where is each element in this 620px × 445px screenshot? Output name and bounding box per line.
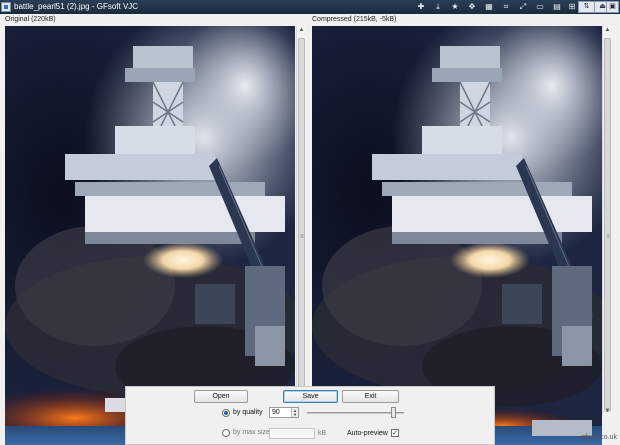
- expand-icon[interactable]: ⤢: [517, 1, 529, 13]
- auto-preview-label: Auto-preview: [347, 430, 388, 437]
- sort-icon[interactable]: ⇅: [578, 1, 595, 13]
- compressed-label: Compressed (215kB, -5kB): [312, 16, 397, 23]
- grip-icon: ≡: [606, 234, 610, 240]
- battleship-photo: [312, 26, 602, 445]
- chevron-down-icon[interactable]: ▼: [291, 412, 298, 417]
- by-max-size-radio[interactable]: [222, 429, 230, 437]
- scroll-thumb[interactable]: ≡: [298, 38, 305, 412]
- compression-panel: Open Save Exit by quality 90 ▲ ▼ by max …: [125, 386, 495, 445]
- open-button[interactable]: Open: [194, 390, 248, 403]
- max-size-input[interactable]: [269, 428, 315, 439]
- by-quality-label: by quality: [233, 409, 263, 416]
- title-bar: battle_pearl51 (2).jpg - GFsoft VJC ✚ ⤓ …: [0, 0, 620, 14]
- original-label: Original (220kB): [5, 16, 56, 23]
- quality-stepper[interactable]: 90 ▲ ▼: [269, 407, 299, 418]
- scroll-down-icon[interactable]: ▼: [603, 407, 612, 416]
- image-icon[interactable]: ▣: [606, 1, 619, 13]
- grid-icon[interactable]: ▦: [483, 1, 495, 13]
- window-icon[interactable]: ▭: [534, 1, 546, 13]
- layout-icon[interactable]: ▤: [551, 1, 563, 13]
- window-title: battle_pearl51 (2).jpg - GFsoft VJC: [14, 2, 139, 11]
- move-icon[interactable]: ✥: [466, 1, 478, 13]
- grip-icon: ≡: [300, 234, 304, 240]
- compressed-image[interactable]: [312, 26, 602, 445]
- exit-button[interactable]: Exit: [342, 390, 399, 403]
- pin-icon[interactable]: ✚: [415, 1, 427, 13]
- app-icon: [1, 2, 11, 12]
- by-quality-radio[interactable]: [222, 409, 230, 417]
- scroll-thumb[interactable]: ≡: [604, 38, 611, 412]
- scroll-up-icon[interactable]: ▲: [603, 26, 612, 35]
- quality-slider[interactable]: [307, 412, 404, 414]
- scroll-up-icon[interactable]: ▲: [297, 26, 306, 35]
- compressed-scrollbar[interactable]: ▲ ≡ ▼: [602, 26, 612, 416]
- fit-icon[interactable]: ⊞: [566, 1, 578, 13]
- original-image[interactable]: [5, 26, 295, 445]
- auto-preview-checkbox[interactable]: ✓: [391, 429, 399, 437]
- save-button[interactable]: Save: [283, 390, 338, 403]
- by-max-size-label: by max size: [233, 429, 270, 436]
- battleship-photo: [5, 26, 295, 445]
- credit-text[interactable]: gfsoft.co.uk: [581, 434, 617, 441]
- kb-unit-label: kB: [318, 430, 327, 437]
- favorite-star-icon[interactable]: ★: [449, 1, 461, 13]
- quality-value[interactable]: 90: [272, 408, 280, 417]
- collapse-icon[interactable]: ⤓: [432, 1, 444, 13]
- original-scrollbar[interactable]: ▲ ≡ ▼: [296, 26, 306, 416]
- quality-slider-thumb[interactable]: [391, 407, 397, 418]
- crop-icon[interactable]: ⌗: [500, 1, 512, 13]
